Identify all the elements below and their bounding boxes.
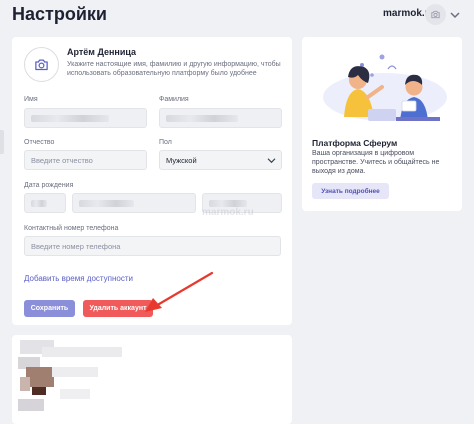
pixelated-block [26,367,54,387]
people-illustration [323,54,447,121]
patronymic-field[interactable]: Введите отчество [24,150,147,170]
page-title: Настройки [12,4,107,24]
blurred-value [166,114,238,122]
camera-icon [431,10,440,19]
annotation-arrow [145,271,214,312]
pixelated-block [60,389,90,399]
first-name-field[interactable] [24,108,147,128]
pixelated-block [42,347,122,357]
chevron-down-icon [267,158,276,164]
sidebar-toggle[interactable] [0,130,4,154]
camera-icon [35,59,48,71]
blurred-value [79,199,134,207]
chevron-down-icon[interactable] [450,11,460,19]
promo-title: Платформа Сферум [312,138,398,148]
learn-more-button[interactable]: Узнать подробнее [312,183,389,199]
pixelated-block [52,367,98,377]
birth-month-field[interactable] [72,193,196,213]
avatar[interactable] [425,4,446,25]
blurred-value [209,199,247,207]
profile-name: Артём Денница [67,47,137,57]
page-header: Настройки marmok.ru [0,0,474,30]
first-name-label: Имя [24,96,38,103]
blurred-value [31,114,109,122]
add-availability-link[interactable]: Добавить время доступности [24,274,133,283]
upload-photo-button[interactable] [24,47,59,82]
save-button[interactable]: Сохранить [24,300,75,317]
patronymic-label: Отчество [24,139,55,146]
profile-hint: Укажите настоящие имя, фамилию и другую … [67,61,281,77]
pixelated-block [20,377,30,391]
birth-day-field[interactable] [24,193,66,213]
watermark: marmok.ru [202,207,254,218]
last-name-field[interactable] [159,108,282,128]
phone-label: Контактный номер телефона [24,225,119,232]
blurred-value [31,199,47,207]
gender-label: Пол [159,139,172,146]
last-name-label: Фамилия [159,96,189,103]
phone-field[interactable]: Введите номер телефона [24,236,281,256]
gender-value: Мужской [166,155,197,165]
birth-date-label: Дата рождения [24,182,74,189]
account-card [12,335,292,424]
pixelated-block [18,399,44,411]
promo-text: Ваша организация в цифровом пространстве… [312,150,440,175]
pixelated-block [32,387,46,395]
sferum-promo-card: Платформа Сферум Ваша организация в цифр… [302,37,462,211]
gender-select[interactable]: Мужской [159,150,282,170]
